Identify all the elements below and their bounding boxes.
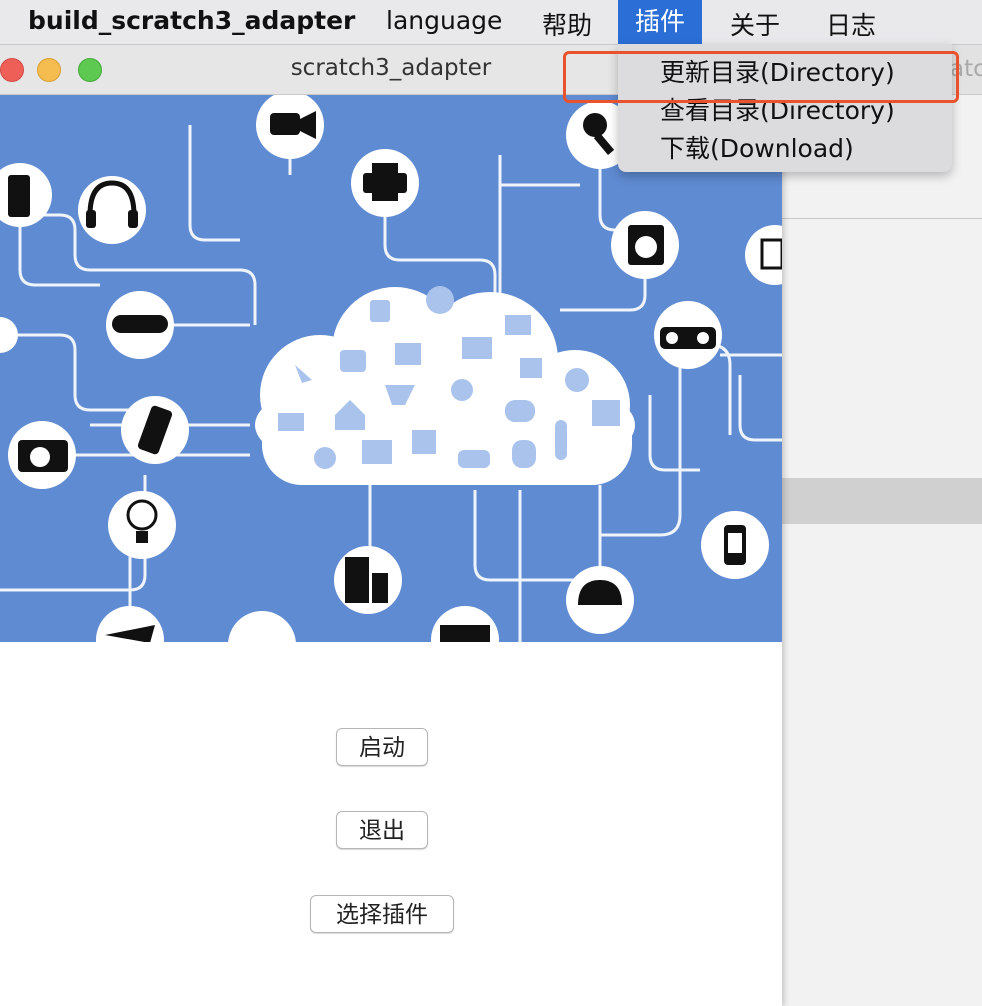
main-window: scratch3_adapter 启动 退出 选择插件	[0, 44, 782, 1006]
menu-log[interactable]: 日志	[826, 6, 876, 42]
quit-button[interactable]: 退出	[336, 811, 428, 849]
menu-plugins[interactable]: 插件	[618, 0, 703, 44]
background-window: atc	[782, 44, 982, 1006]
menu-language[interactable]: language	[386, 6, 502, 35]
background-band	[782, 478, 982, 524]
divider	[782, 218, 982, 219]
menu-bar: build_scratch3_adapter language 帮助 插件 关于…	[0, 0, 982, 45]
select-plugin-button[interactable]: 选择插件	[310, 895, 454, 933]
iot-network-illustration	[0, 95, 782, 642]
iot-banner-image	[0, 95, 782, 642]
menu-about[interactable]: 关于	[730, 6, 780, 42]
menu-item-download[interactable]: 下载(Download)	[660, 129, 854, 165]
highlight-annotation-box	[563, 51, 959, 103]
start-button[interactable]: 启动	[336, 728, 428, 766]
app-name-menu[interactable]: build_scratch3_adapter	[28, 6, 355, 35]
menu-help[interactable]: 帮助	[542, 6, 592, 42]
